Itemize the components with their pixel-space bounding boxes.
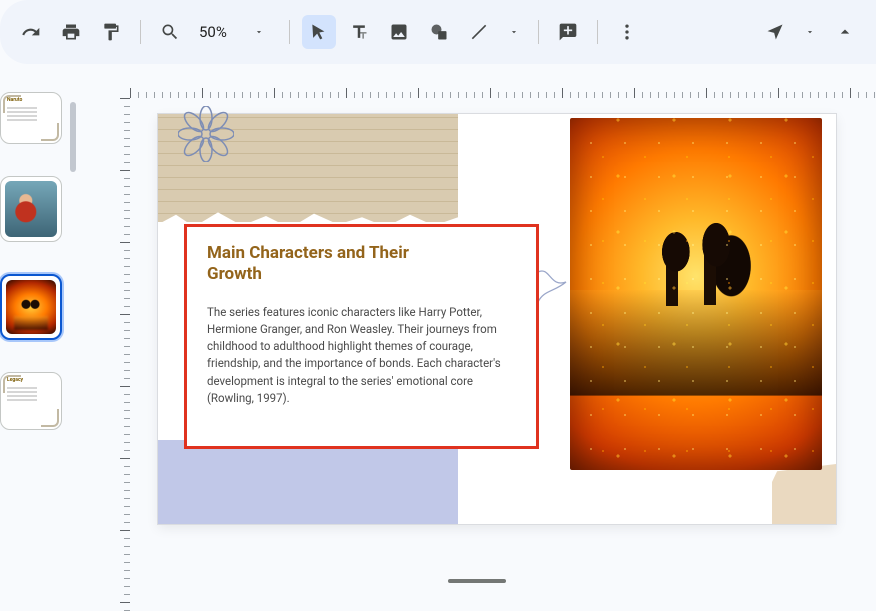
comment-add-icon <box>558 22 578 42</box>
horizontal-ruler <box>130 84 876 98</box>
decor-lilac-block <box>158 440 458 524</box>
image-icon <box>389 22 409 42</box>
image-tool-button[interactable] <box>382 15 416 49</box>
toolbar-separator <box>140 20 141 44</box>
more-vert-icon <box>617 22 637 42</box>
textbox-icon <box>349 22 369 42</box>
thumbnail-scrollbar[interactable] <box>70 102 76 172</box>
slide-thumbnail[interactable] <box>0 176 62 242</box>
slide[interactable]: Main Characters and Their Growth The ser… <box>158 114 836 524</box>
redo-button[interactable] <box>14 15 48 49</box>
collapse-toolbar-button[interactable] <box>828 15 862 49</box>
toolbar: 50% <box>0 0 876 64</box>
slide-body-text[interactable]: The series features iconic characters li… <box>207 304 516 408</box>
cursor-icon <box>309 22 329 42</box>
toolbar-separator <box>538 20 539 44</box>
textbox-tool-button[interactable] <box>342 15 376 49</box>
decor-flower-icon <box>178 106 234 162</box>
print-icon <box>61 22 81 42</box>
shape-tool-button[interactable] <box>422 15 456 49</box>
thumbnail-image <box>5 181 57 237</box>
zoom-dropdown[interactable]: 50% <box>193 16 277 48</box>
redo-icon <box>21 22 41 42</box>
toolbar-separator <box>597 20 598 44</box>
pointer-mode-button[interactable] <box>758 15 792 49</box>
paint-roller-icon <box>101 22 121 42</box>
thumbnail-image <box>6 280 56 334</box>
print-button[interactable] <box>54 15 88 49</box>
selected-textbox-highlight[interactable]: Main Characters and Their Growth The ser… <box>184 224 539 449</box>
line-tool-chevron-icon[interactable] <box>502 20 526 44</box>
zoom-tool-button[interactable] <box>153 15 187 49</box>
line-icon <box>469 22 489 42</box>
shape-icon <box>429 22 449 42</box>
pointer-mode-chevron-icon[interactable] <box>798 20 822 44</box>
chevron-up-icon <box>835 22 855 42</box>
vertical-ruler <box>116 98 130 611</box>
speaker-notes-handle[interactable] <box>448 579 506 583</box>
thumbnail-panel: Naruto Legacy <box>0 64 78 611</box>
canvas-area: Main Characters and Their Growth The ser… <box>78 64 876 611</box>
slide-thumbnail-selected[interactable] <box>0 274 62 340</box>
thumbnail-title: Legacy <box>7 377 23 383</box>
slide-title[interactable]: Main Characters and Their Growth <box>207 243 427 286</box>
more-button[interactable] <box>610 15 644 49</box>
workspace: Naruto Legacy <box>0 64 876 611</box>
comment-button[interactable] <box>551 15 585 49</box>
paint-format-button[interactable] <box>94 15 128 49</box>
decor-speech-tail <box>536 264 576 304</box>
location-arrow-icon <box>765 22 785 42</box>
zoom-value: 50% <box>199 23 241 41</box>
line-tool-button[interactable] <box>462 15 496 49</box>
select-tool-button[interactable] <box>302 15 336 49</box>
decor-corner-patch <box>772 464 836 524</box>
slide-thumbnail[interactable]: Naruto <box>0 92 62 144</box>
magnifier-icon <box>160 22 180 42</box>
toolbar-separator <box>289 20 290 44</box>
thumbnail-title: Naruto <box>7 97 22 103</box>
slide-hero-image[interactable] <box>570 118 822 470</box>
slide-thumbnail[interactable]: Legacy <box>0 372 62 430</box>
chevron-down-icon <box>247 20 271 44</box>
